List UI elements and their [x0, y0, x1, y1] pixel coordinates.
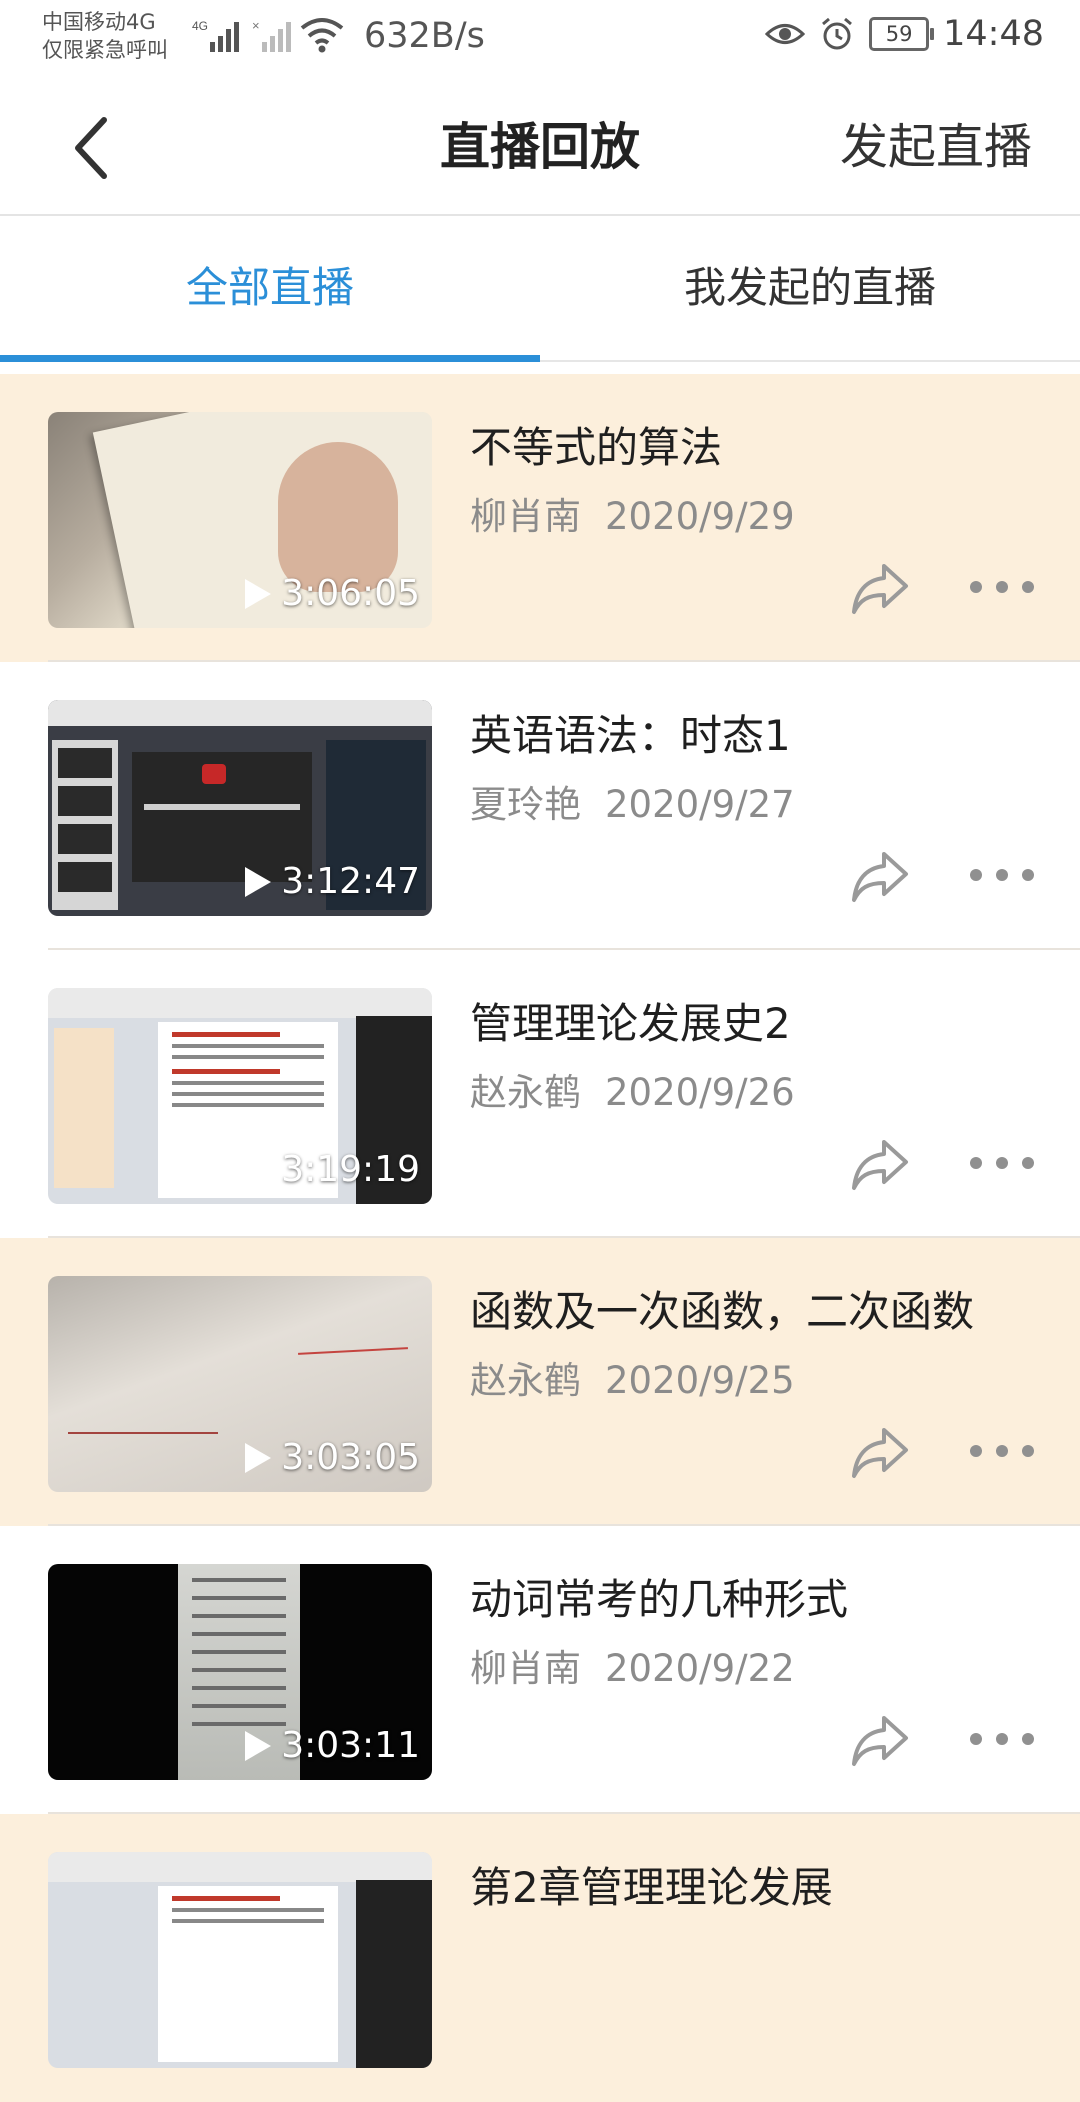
no-signal-icon: ×	[252, 18, 291, 52]
item-meta: 柳肖南 2020/9/22	[470, 1638, 795, 1692]
duration: 3:06:05	[281, 573, 420, 614]
share-icon[interactable]	[848, 556, 912, 620]
item-meta: 赵永鹤 2020/9/26	[470, 1062, 795, 1116]
list-item[interactable]: 3:03:11 动词常考的几种形式 柳肖南 2020/9/22	[0, 1526, 1080, 1814]
status-right: 59 14:48	[765, 14, 1044, 54]
svg-text:×: ×	[252, 18, 260, 33]
play-icon	[245, 866, 272, 897]
more-options-button[interactable]	[970, 860, 1034, 890]
duration: 3:03:05	[281, 1437, 420, 1478]
share-icon[interactable]	[848, 1420, 912, 1484]
list-item[interactable]: 3:12:47 英语语法：时态1 夏玲艳 2020/9/27	[0, 662, 1080, 950]
play-icon	[245, 1730, 272, 1761]
share-icon[interactable]	[848, 1708, 912, 1772]
start-live-button[interactable]: 发起直播	[840, 80, 1032, 214]
list-item[interactable]: 3:03:05 函数及一次函数，二次函数 赵永鹤 2020/9/25	[0, 1238, 1080, 1526]
tab-my-live[interactable]: 我发起的直播	[540, 216, 1080, 360]
video-thumbnail[interactable]: 3:06:05	[48, 412, 432, 628]
active-tab-indicator	[0, 355, 540, 362]
duration-badge: 3:06:05	[245, 573, 420, 614]
duration-badge: 3:03:11	[245, 1725, 420, 1766]
item-date: 2020/9/27	[605, 783, 795, 826]
replay-list: 3:06:05 不等式的算法 柳肖南 2020/9/29 3:12:47 英语语法…	[0, 374, 1080, 2102]
item-date: 2020/9/29	[605, 495, 795, 538]
signal-icon: 4G	[192, 19, 239, 52]
tab-bar: 全部直播 我发起的直播	[0, 216, 1080, 362]
more-options-button[interactable]	[970, 572, 1034, 602]
item-author: 夏玲艳	[470, 783, 581, 826]
more-options-button[interactable]	[970, 1436, 1034, 1466]
clock: 14:48	[943, 14, 1044, 54]
status-bar: 中国移动4G 仅限紧急呼叫 4G × 632B/s 59 14:48	[0, 0, 1080, 80]
carrier-name: 中国移动4G	[42, 10, 156, 34]
navigation-bar: 直播回放 发起直播	[0, 80, 1080, 216]
tab-all-live[interactable]: 全部直播	[0, 216, 540, 360]
item-title: 管理理论发展史2	[470, 999, 791, 1048]
network-type-badge: 4G	[192, 19, 208, 33]
item-title: 不等式的算法	[470, 423, 723, 472]
item-date: 2020/9/22	[605, 1647, 795, 1690]
item-date: 2020/9/25	[605, 1359, 795, 1402]
video-thumbnail[interactable]: 3:19:19	[48, 988, 432, 1204]
play-icon	[245, 1442, 272, 1473]
item-title: 第2章管理理论发展	[470, 1863, 833, 1912]
list-item[interactable]: 3:19:19 管理理论发展史2 赵永鹤 2020/9/26	[0, 950, 1080, 1238]
item-date: 2020/9/26	[605, 1071, 795, 1114]
video-thumbnail[interactable]: 3:03:11	[48, 1564, 432, 1780]
list-item[interactable]: 第2章管理理论发展	[0, 1814, 1080, 2102]
item-author: 赵永鹤	[470, 1359, 581, 1402]
chevron-left-icon	[75, 117, 107, 179]
duration: 3:03:11	[281, 1725, 420, 1766]
video-thumbnail[interactable]: 3:12:47	[48, 700, 432, 916]
duration-badge: 3:03:05	[245, 1437, 420, 1478]
net-speed: 632B/s	[364, 16, 485, 56]
item-title: 函数及一次函数，二次函数	[470, 1287, 975, 1336]
item-author: 柳肖南	[470, 495, 581, 538]
more-options-button[interactable]	[970, 1724, 1034, 1754]
item-title: 动词常考的几种形式	[470, 1575, 849, 1624]
duration-badge: 3:12:47	[245, 861, 420, 902]
play-icon	[245, 1154, 272, 1185]
item-meta: 赵永鹤 2020/9/25	[470, 1350, 795, 1404]
item-meta: 夏玲艳 2020/9/27	[470, 774, 795, 828]
list-item[interactable]: 3:06:05 不等式的算法 柳肖南 2020/9/29	[0, 374, 1080, 662]
item-author: 柳肖南	[470, 1647, 581, 1690]
share-icon[interactable]	[848, 1132, 912, 1196]
share-icon[interactable]	[848, 844, 912, 908]
duration-badge: 3:19:19	[245, 1149, 420, 1190]
carrier-info: 中国移动4G 仅限紧急呼叫	[42, 8, 168, 64]
item-meta: 柳肖南 2020/9/29	[470, 486, 795, 540]
play-icon	[245, 578, 272, 609]
alarm-icon	[822, 17, 853, 50]
battery-icon: 59	[869, 17, 935, 51]
item-author: 赵永鹤	[470, 1071, 581, 1114]
video-thumbnail[interactable]: 3:03:05	[48, 1276, 432, 1492]
carrier-status: 仅限紧急呼叫	[42, 38, 168, 62]
item-title: 英语语法：时态1	[470, 711, 791, 760]
video-thumbnail[interactable]	[48, 1852, 432, 2068]
duration: 3:19:19	[281, 1149, 420, 1190]
duration: 3:12:47	[281, 861, 420, 902]
back-button[interactable]	[50, 108, 130, 188]
eye-icon	[765, 24, 806, 44]
wifi-icon	[300, 18, 344, 53]
more-options-button[interactable]	[970, 1148, 1034, 1178]
